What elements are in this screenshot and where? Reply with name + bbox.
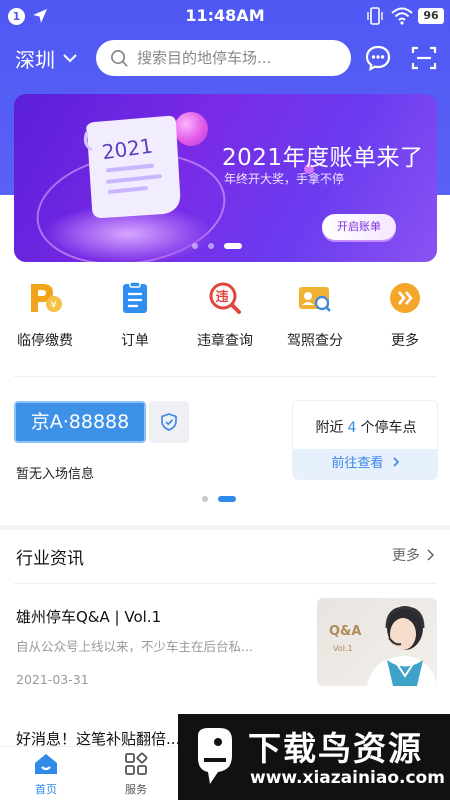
card-dot-active[interactable] bbox=[218, 496, 236, 502]
chevron-down-icon bbox=[63, 54, 77, 63]
more-icon bbox=[390, 283, 420, 313]
search-bar[interactable] bbox=[96, 40, 351, 76]
license-icon bbox=[299, 287, 331, 312]
nearby-text: 附近 4 个停车点 bbox=[293, 417, 437, 437]
divider bbox=[14, 376, 436, 377]
divider bbox=[14, 583, 436, 584]
tab-services-label: 服务 bbox=[125, 783, 147, 796]
quick-action-violation[interactable]: 违 违章查询 bbox=[180, 280, 270, 360]
watermark: 下载鸟资源 www.xiazainiao.com bbox=[178, 714, 450, 800]
quick-action-label: 违章查询 bbox=[197, 333, 253, 349]
card-dot[interactable] bbox=[202, 496, 208, 502]
bird-logo-icon bbox=[198, 728, 232, 784]
tab-home[interactable]: 首页 bbox=[11, 751, 81, 797]
violation-icon: 违 bbox=[209, 282, 241, 314]
scan-icon[interactable] bbox=[410, 44, 438, 72]
banner-subtitle: 年终开大奖，手拿不停 bbox=[224, 172, 345, 186]
tab-home-label: 首页 bbox=[35, 783, 57, 796]
svg-text:¥: ¥ bbox=[51, 300, 57, 311]
status-bar: 1 11:48AM 96 bbox=[0, 0, 450, 34]
open-bill-button[interactable]: 开启账单 bbox=[322, 214, 396, 240]
view-nearby-label: 前往查看 bbox=[331, 456, 384, 471]
quick-action-label: 驾照查分 bbox=[287, 333, 343, 349]
watermark-name: 下载鸟资源 bbox=[248, 729, 423, 768]
banner-pagination bbox=[192, 243, 242, 249]
quick-action-label: 订单 bbox=[121, 333, 149, 349]
license-plate[interactable]: 京A·88888 bbox=[14, 401, 146, 443]
card-pagination bbox=[202, 496, 236, 502]
thumb-subtitle: Vol.1 bbox=[333, 644, 353, 653]
quick-action-label: 临停缴费 bbox=[17, 333, 73, 349]
services-grid-icon bbox=[125, 752, 148, 775]
quick-action-more[interactable]: 更多 bbox=[360, 280, 450, 360]
svg-text:违: 违 bbox=[216, 289, 229, 305]
banner-dot[interactable] bbox=[208, 243, 214, 249]
city-label: 深圳 bbox=[15, 47, 55, 72]
shield-check-icon bbox=[161, 413, 177, 431]
battery-indicator: 96 bbox=[418, 8, 444, 24]
quick-action-orders[interactable]: 订单 bbox=[90, 280, 180, 360]
nearby-parking-card[interactable]: 附近 4 个停车点 前往查看 bbox=[292, 400, 438, 480]
bill-paper-icon: 2021 bbox=[83, 115, 181, 218]
wifi-icon bbox=[391, 7, 413, 25]
parking-pay-icon: ¥ bbox=[31, 284, 62, 312]
news-title: 行业资讯 bbox=[16, 549, 84, 569]
search-icon bbox=[111, 49, 128, 67]
customer-service-illustration bbox=[367, 606, 437, 686]
view-nearby-button[interactable]: 前往查看 bbox=[293, 449, 437, 479]
promo-banner[interactable]: 2021 2021年度账单来了 年终开大奖，手拿不停 开启账单 bbox=[14, 94, 437, 262]
chevron-right-icon bbox=[393, 457, 399, 467]
quick-actions: ¥ 临停缴费 订单 违 违章查询 驾照查分 更多 bbox=[0, 280, 450, 360]
banner-dot-active[interactable] bbox=[224, 243, 242, 249]
thumb-title: Q&A bbox=[329, 624, 362, 639]
quick-action-parking-pay[interactable]: ¥ 临停缴费 bbox=[0, 280, 90, 360]
city-selector[interactable]: 深圳 bbox=[15, 44, 79, 72]
nearby-prefix: 附近 bbox=[315, 420, 344, 436]
banner-dot[interactable] bbox=[192, 243, 198, 249]
quick-action-license[interactable]: 驾照查分 bbox=[270, 280, 360, 360]
plate-shield-button[interactable] bbox=[149, 401, 189, 443]
nearby-suffix: 个停车点 bbox=[360, 420, 417, 436]
article-title: 雄州停车Q&A | Vol.1 bbox=[16, 608, 162, 626]
nearby-count: 4 bbox=[347, 420, 357, 436]
quick-action-label: 更多 bbox=[391, 333, 419, 349]
order-icon bbox=[123, 281, 147, 313]
chevron-right-icon bbox=[427, 549, 435, 561]
home-icon bbox=[35, 754, 57, 774]
watermark-url: www.xiazainiao.com bbox=[250, 768, 445, 788]
entry-status: 暂无入场信息 bbox=[16, 467, 95, 482]
article-thumbnail: Q&A Vol.1 bbox=[317, 598, 437, 686]
search-input[interactable] bbox=[137, 49, 337, 67]
article-date: 2021-03-31 bbox=[16, 672, 89, 687]
tab-services[interactable]: 服务 bbox=[101, 751, 171, 797]
article-desc: 自从公众号上线以来，不少车主在后台私... bbox=[16, 639, 253, 654]
vibrate-icon bbox=[367, 7, 383, 25]
news-more-link[interactable]: 更多 bbox=[392, 545, 436, 565]
news-more-label: 更多 bbox=[392, 548, 420, 564]
banner-title: 2021年度账单来了 bbox=[222, 145, 424, 171]
chat-icon[interactable] bbox=[364, 44, 392, 72]
